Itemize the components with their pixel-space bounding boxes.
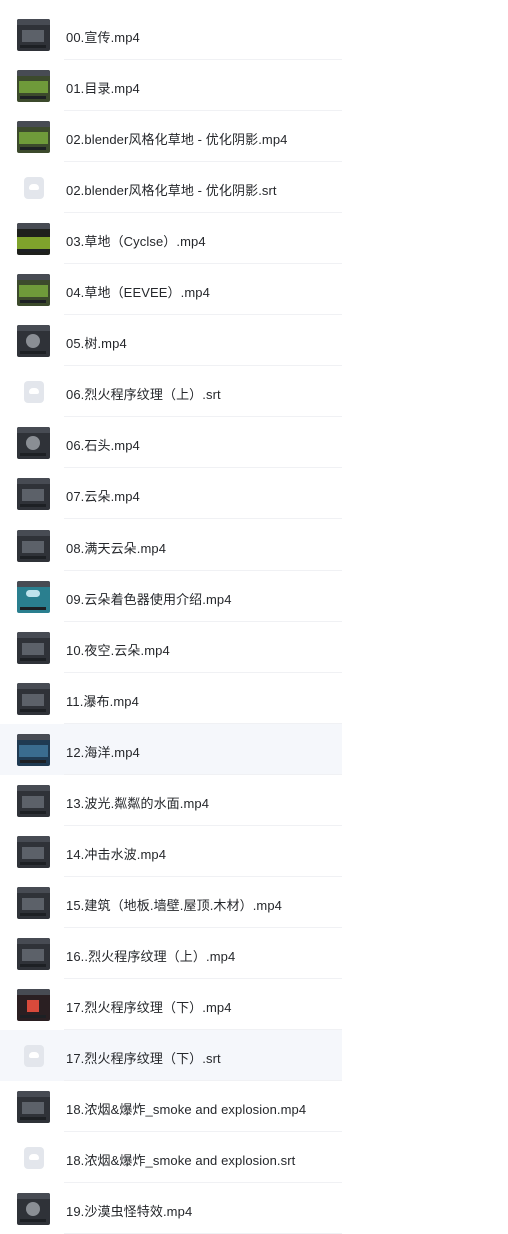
cloud-doc-icon bbox=[23, 177, 44, 199]
subtitle-file-icon bbox=[17, 1142, 50, 1174]
file-row[interactable]: 18.浓烟&爆炸_smoke and explosion.mp4 bbox=[0, 1081, 342, 1132]
file-name: 17.烈火程序纹理（下）.mp4 bbox=[66, 1000, 232, 1015]
file-row[interactable]: 15.建筑（地板.墙壁.屋顶.木材）.mp4 bbox=[0, 877, 342, 928]
file-row[interactable]: 16..烈火程序纹理（上）.mp4 bbox=[0, 928, 342, 979]
video-thumbnail bbox=[17, 989, 50, 1021]
file-name: 06.烈火程序纹理（上）.srt bbox=[66, 387, 221, 402]
video-thumbnail bbox=[17, 19, 50, 51]
subtitle-file-icon bbox=[17, 1040, 50, 1072]
file-row[interactable]: 06.烈火程序纹理（上）.srt bbox=[0, 366, 342, 417]
file-name: 01.目录.mp4 bbox=[66, 81, 140, 96]
file-row[interactable]: 14.冲击水波.mp4 bbox=[0, 826, 342, 877]
file-name: 07.云朵.mp4 bbox=[66, 489, 140, 504]
video-thumbnail bbox=[17, 121, 50, 153]
file-name: 17.烈火程序纹理（下）.srt bbox=[66, 1051, 221, 1066]
file-name: 03.草地（Cyclse）.mp4 bbox=[66, 234, 206, 249]
video-thumbnail bbox=[17, 70, 50, 102]
file-row[interactable]: 08.满天云朵.mp4 bbox=[0, 520, 342, 571]
file-row[interactable]: 09.云朵着色器使用介绍.mp4 bbox=[0, 571, 342, 622]
file-name: 13.波光.粼粼的水面.mp4 bbox=[66, 796, 210, 811]
video-thumbnail bbox=[17, 785, 50, 817]
file-row[interactable]: 19.沙漠虫怪特效.mp4 bbox=[0, 1183, 342, 1234]
video-thumbnail bbox=[17, 325, 50, 357]
video-thumbnail bbox=[17, 1193, 50, 1225]
file-row[interactable]: 00.宣传.mp4 bbox=[0, 9, 342, 60]
row-divider bbox=[64, 518, 342, 519]
file-row[interactable]: 01.目录.mp4 bbox=[0, 60, 342, 111]
file-row[interactable]: 02.blender风格化草地 - 优化阴影.mp4 bbox=[0, 111, 342, 162]
file-name: 16..烈火程序纹理（上）.mp4 bbox=[66, 949, 236, 964]
file-row[interactable]: 05.树.mp4 bbox=[0, 315, 342, 366]
file-row[interactable]: 07.云朵.mp4 bbox=[0, 468, 342, 519]
file-row[interactable]: 17.烈火程序纹理（下）.mp4 bbox=[0, 979, 342, 1030]
video-thumbnail bbox=[17, 1091, 50, 1123]
file-name: 11.瀑布.mp4 bbox=[66, 694, 139, 709]
file-row[interactable]: 03.草地（Cyclse）.mp4 bbox=[0, 213, 342, 264]
cloud-doc-icon bbox=[23, 381, 44, 403]
file-name: 08.满天云朵.mp4 bbox=[66, 541, 167, 556]
file-row[interactable]: 12.海洋.mp4 bbox=[0, 724, 342, 775]
file-name: 05.树.mp4 bbox=[66, 336, 127, 351]
video-thumbnail bbox=[17, 683, 50, 715]
subtitle-file-icon bbox=[17, 376, 50, 408]
file-name: 00.宣传.mp4 bbox=[66, 30, 140, 45]
video-thumbnail bbox=[17, 427, 50, 459]
file-row[interactable]: 11.瀑布.mp4 bbox=[0, 673, 342, 724]
subtitle-file-icon bbox=[17, 172, 50, 204]
video-thumbnail bbox=[17, 530, 50, 562]
video-thumbnail bbox=[17, 632, 50, 664]
file-row[interactable]: 17.烈火程序纹理（下）.srt bbox=[0, 1030, 342, 1081]
file-row[interactable]: 13.波光.粼粼的水面.mp4 bbox=[0, 775, 342, 826]
file-row[interactable]: 18.浓烟&爆炸_smoke and explosion.srt bbox=[0, 1132, 342, 1183]
file-row[interactable]: 02.blender风格化草地 - 优化阴影.srt bbox=[0, 162, 342, 213]
file-name: 19.沙漠虫怪特效.mp4 bbox=[66, 1204, 193, 1219]
file-name: 09.云朵着色器使用介绍.mp4 bbox=[66, 592, 232, 607]
video-thumbnail bbox=[17, 274, 50, 306]
file-name: 02.blender风格化草地 - 优化阴影.srt bbox=[66, 183, 277, 198]
video-thumbnail bbox=[17, 478, 50, 510]
file-row[interactable]: 06.石头.mp4 bbox=[0, 417, 342, 468]
file-name: 10.夜空.云朵.mp4 bbox=[66, 643, 170, 658]
file-name: 18.浓烟&爆炸_smoke and explosion.srt bbox=[66, 1153, 296, 1168]
cloud-doc-icon bbox=[23, 1045, 44, 1067]
file-name: 12.海洋.mp4 bbox=[66, 745, 140, 760]
file-name: 15.建筑（地板.墙壁.屋顶.木材）.mp4 bbox=[66, 898, 283, 913]
video-thumbnail bbox=[17, 223, 50, 255]
cloud-doc-icon bbox=[23, 1147, 44, 1169]
file-name: 18.浓烟&爆炸_smoke and explosion.mp4 bbox=[66, 1102, 307, 1117]
file-name: 14.冲击水波.mp4 bbox=[66, 847, 167, 862]
file-row[interactable]: 04.草地（EEVEE）.mp4 bbox=[0, 264, 342, 315]
file-name: 04.草地（EEVEE）.mp4 bbox=[66, 285, 210, 300]
file-name: 02.blender风格化草地 - 优化阴影.mp4 bbox=[66, 132, 288, 147]
file-list: 00.宣传.mp4 01.目录.mp4 02.blender风格化草地 - 优化阴影… bbox=[0, 0, 508, 1234]
file-row[interactable]: 10.夜空.云朵.mp4 bbox=[0, 622, 342, 673]
video-thumbnail bbox=[17, 887, 50, 919]
video-thumbnail bbox=[17, 734, 50, 766]
file-name: 06.石头.mp4 bbox=[66, 438, 140, 453]
video-thumbnail bbox=[17, 938, 50, 970]
video-thumbnail bbox=[17, 836, 50, 868]
video-thumbnail bbox=[17, 581, 50, 613]
